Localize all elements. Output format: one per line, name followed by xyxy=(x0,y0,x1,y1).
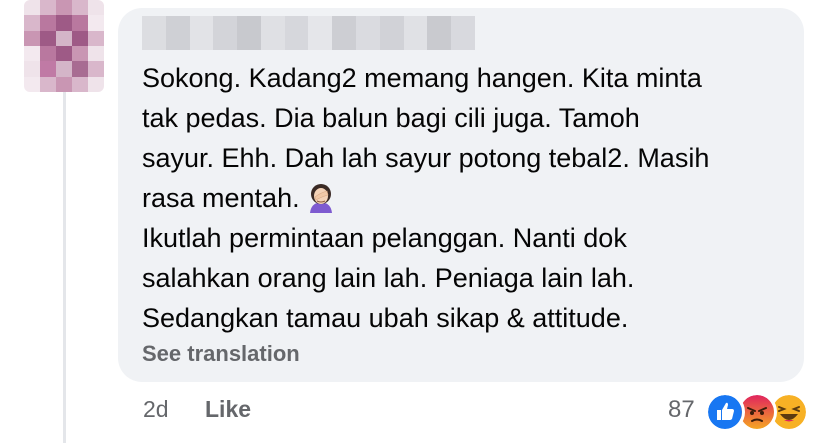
avatar-pixel xyxy=(72,30,88,46)
comment-line-1: Sokong. Kadang2 memang hangen. Kita mint… xyxy=(142,63,702,93)
like-reaction-icon xyxy=(705,392,745,432)
author-name-pixel xyxy=(189,16,214,50)
author-name-pixel xyxy=(403,16,428,50)
avatar-pixel xyxy=(24,15,40,31)
author-name-pixel xyxy=(260,16,285,50)
avatar-pixel xyxy=(88,76,104,92)
avatar-pixel xyxy=(56,45,72,62)
comment-line-2: tak pedas. Dia balun bagi cili juga. Tam… xyxy=(142,103,640,133)
author-name-pixel xyxy=(332,16,357,50)
comment-line-6: salahkan orang lain lah. Peniaga lain la… xyxy=(142,263,635,293)
avatar-pixel xyxy=(24,30,40,46)
comment-line-7: Sedangkan tamau ubah sikap & attitude. xyxy=(142,303,629,333)
avatar-pixel xyxy=(56,76,72,92)
author-name-pixel xyxy=(427,16,452,50)
avatar-pixel xyxy=(88,61,104,77)
avatar[interactable] xyxy=(24,0,104,92)
avatar-pixel xyxy=(40,61,56,77)
author-name-pixel xyxy=(308,16,333,50)
reaction-count[interactable]: 87 xyxy=(668,396,695,424)
reactions-summary[interactable] xyxy=(705,390,815,432)
comment-line-3: sayur. Ehh. Dah lah sayur potong tebal2.… xyxy=(142,143,710,173)
author-name-pixel xyxy=(379,16,404,50)
avatar-pixel xyxy=(40,15,56,31)
avatar-pixel xyxy=(24,61,40,77)
avatar-pixel xyxy=(88,30,104,46)
author-name-pixel xyxy=(142,16,166,50)
avatar-pixel xyxy=(88,15,104,31)
avatar-pixel xyxy=(56,61,72,77)
avatar-pixel xyxy=(40,45,56,62)
see-translation-link[interactable]: See translation xyxy=(142,341,300,367)
avatar-pixel xyxy=(72,45,88,62)
author-name-pixel xyxy=(165,16,190,50)
comment-line-4: rasa mentah. xyxy=(142,183,300,213)
author-name-pixel xyxy=(356,16,380,50)
comment-line-5: Ikutlah permintaan pelanggan. Nanti dok xyxy=(142,223,627,253)
avatar-pixel xyxy=(40,0,56,16)
author-name-pixel xyxy=(237,16,261,50)
avatar-pixel xyxy=(72,76,88,92)
comment-text: Sokong. Kadang2 memang hangen. Kita mint… xyxy=(142,58,782,338)
avatar-pixel xyxy=(40,30,56,46)
avatar-pixel xyxy=(40,76,56,92)
avatar-pixel xyxy=(24,45,40,62)
avatar-pixel xyxy=(56,30,72,46)
avatar-pixel xyxy=(56,15,72,31)
author-name-pixel xyxy=(213,16,238,50)
author-name-pixel xyxy=(284,16,309,50)
avatar-pixel xyxy=(72,61,88,77)
author-name-pixel xyxy=(451,16,475,50)
avatar-pixel xyxy=(88,45,104,62)
avatar-pixel xyxy=(88,0,104,16)
author-name-blurred[interactable] xyxy=(142,16,475,50)
avatar-pixel xyxy=(56,0,72,16)
like-button[interactable]: Like xyxy=(205,396,251,423)
comment-time[interactable]: 2d xyxy=(143,396,169,423)
woman-facepalming-icon xyxy=(309,184,332,213)
thread-line xyxy=(63,92,66,443)
avatar-pixel xyxy=(24,76,40,92)
comment-bubble: Sokong. Kadang2 memang hangen. Kita mint… xyxy=(118,8,804,382)
avatar-pixel xyxy=(24,0,40,16)
avatar-pixel xyxy=(72,0,88,16)
avatar-pixel xyxy=(72,15,88,31)
